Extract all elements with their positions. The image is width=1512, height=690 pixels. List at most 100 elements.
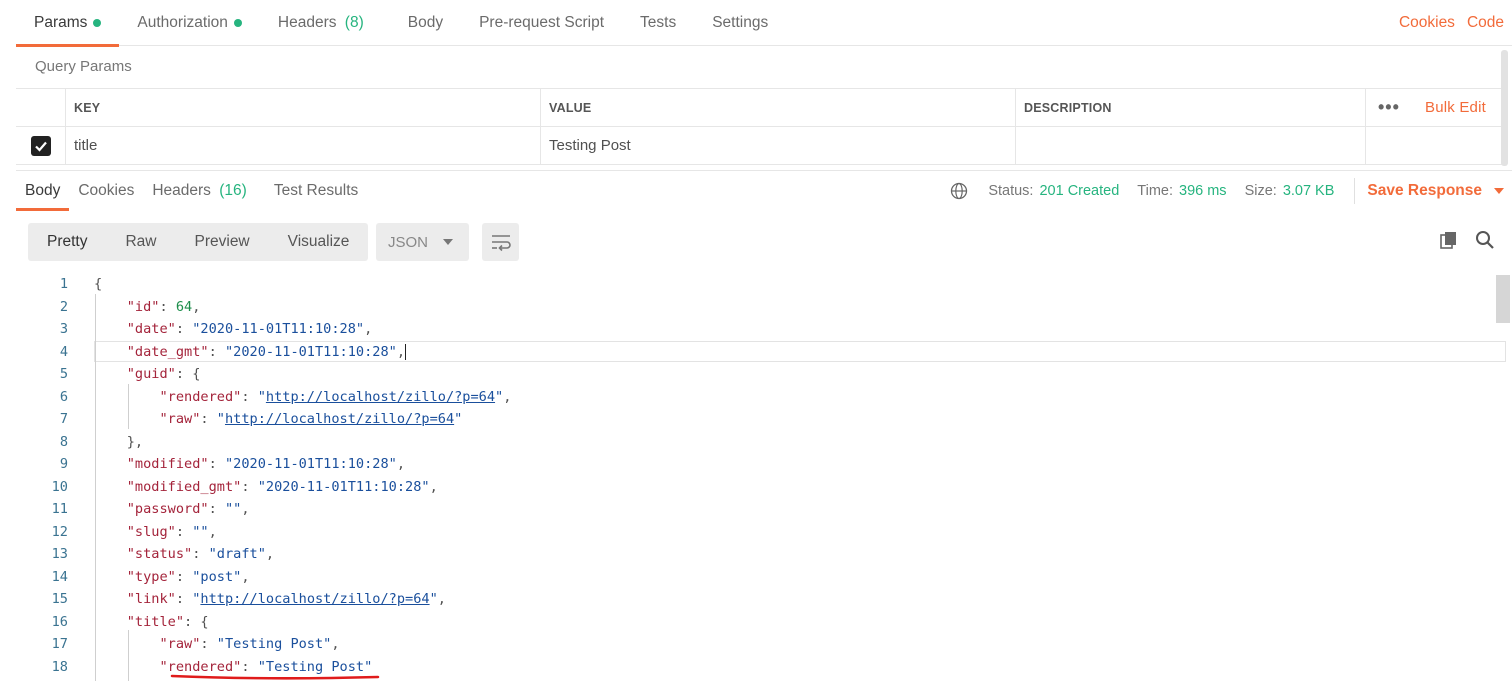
param-description-cell[interactable] xyxy=(1016,127,1366,164)
format-value: JSON xyxy=(388,233,429,251)
params-scrollbar[interactable] xyxy=(1501,50,1508,166)
tab-test-results[interactable]: Test Results xyxy=(256,171,367,211)
tab-label: Body xyxy=(25,182,61,199)
code-line: 16 "title": { xyxy=(51,614,209,630)
tab-label: Body xyxy=(407,13,444,31)
status-dot xyxy=(93,18,102,27)
query-params-table: KEY VALUE DESCRIPTION ••• Bulk Edit titl… xyxy=(16,88,1506,165)
tab-body[interactable]: Body xyxy=(382,0,461,46)
code-line: 5 "guid": { xyxy=(59,366,201,382)
request-tabs: Params Authorization Headers (8) Body Pr… xyxy=(16,0,1512,47)
response-meta: Status: 201 Created Time: 396 ms Size: 3… xyxy=(950,171,1504,211)
tab-response-cookies[interactable]: Cookies xyxy=(69,171,143,211)
tab-settings[interactable]: Settings xyxy=(694,0,786,46)
code-line: 17 "raw": "Testing Post", xyxy=(51,636,340,652)
tab-authorization[interactable]: Authorization xyxy=(119,0,259,46)
json-modified-gmt-value: "2020-11-01T11:10:28" xyxy=(257,479,430,495)
tab-response-body[interactable]: Body xyxy=(16,171,70,211)
code-link[interactable]: Code xyxy=(1467,14,1504,32)
table-row: title Testing Post xyxy=(16,127,1506,165)
tab-label: Cookies xyxy=(78,182,135,199)
response-tabs: Body Cookies Headers (16) Test Results xyxy=(16,171,367,211)
query-params-title: Query Params xyxy=(35,58,132,75)
tab-count: (16) xyxy=(219,182,247,199)
code-line: 7 "raw": "http://localhost/zillo/?p=64" xyxy=(59,411,463,427)
tab-pre-request-script[interactable]: Pre-request Script xyxy=(461,0,622,46)
param-value-cell[interactable]: Testing Post xyxy=(541,127,1016,164)
guid-rendered-link[interactable]: http://localhost/zillo/?p=64 xyxy=(266,389,495,405)
text-cursor xyxy=(405,344,407,360)
time-label: Time: xyxy=(1137,183,1173,199)
search-icon[interactable] xyxy=(1474,229,1496,251)
format-select[interactable]: JSON xyxy=(376,223,469,261)
code-line: 14 "type": "post", xyxy=(51,569,250,585)
bulk-edit-link[interactable]: Bulk Edit xyxy=(1425,99,1486,116)
header-checkbox-cell xyxy=(16,89,66,126)
json-title-raw-value: "Testing Post" xyxy=(216,636,332,652)
size-value[interactable]: 3.07 KB xyxy=(1283,183,1335,199)
save-response-button[interactable]: Save Response xyxy=(1367,182,1504,200)
code-scrollbar[interactable] xyxy=(1496,275,1510,323)
code-line: 13 "status": "draft", xyxy=(51,546,275,562)
tab-tests[interactable]: Tests xyxy=(622,0,694,46)
postman-request-panel: Params Authorization Headers (8) Body Pr… xyxy=(0,0,1512,690)
cookies-link[interactable]: Cookies xyxy=(1399,14,1455,32)
code-line: 8 }, xyxy=(59,434,144,450)
json-date-gmt-value: "2020-11-01T11:10:28" xyxy=(224,344,397,360)
divider xyxy=(1354,178,1356,204)
json-status-value: "draft" xyxy=(208,546,266,562)
tab-label: Pre-request Script xyxy=(479,13,605,31)
more-options-icon[interactable]: ••• xyxy=(1378,97,1400,118)
guid-raw-link[interactable]: http://localhost/zillo/?p=64 xyxy=(225,411,454,427)
tab-params[interactable]: Params xyxy=(16,0,120,47)
copy-icon[interactable] xyxy=(1438,229,1460,251)
param-enabled-checkbox[interactable] xyxy=(30,135,51,156)
json-password-value: "" xyxy=(224,501,242,517)
header-value: VALUE xyxy=(541,89,1016,126)
tab-label: Tests xyxy=(640,13,677,31)
code-line: 3 "date": "2020-11-01T11:10:28", xyxy=(59,321,373,337)
request-right-links: Cookies Code xyxy=(1399,0,1504,46)
json-code-view[interactable]: 1{ 2 "id": 64, 3 "date": "2020-11-01T11:… xyxy=(16,271,1506,681)
status-value[interactable]: 201 Created xyxy=(1039,183,1119,199)
header-key: KEY xyxy=(66,89,541,126)
chevron-down-icon xyxy=(443,239,453,245)
code-line: 11 "password": "", xyxy=(51,501,250,517)
tab-headers[interactable]: Headers (8) xyxy=(260,0,382,46)
tab-label: Test Results xyxy=(273,182,359,199)
status-label: Status: xyxy=(988,183,1034,199)
size-label: Size: xyxy=(1244,183,1277,199)
response-panel: Body Cookies Headers (16) Test Results S… xyxy=(16,170,1512,690)
tab-count: (8) xyxy=(344,13,364,31)
tab-response-headers[interactable]: Headers (16) xyxy=(143,171,255,211)
tab-label: Authorization xyxy=(137,13,228,31)
json-id-value: 64 xyxy=(175,299,193,315)
code-line: 6 "rendered": "http://localhost/zillo/?p… xyxy=(59,389,512,405)
code-line: 9 "modified": "2020-11-01T11:10:28", xyxy=(59,456,406,472)
save-response-label: Save Response xyxy=(1367,182,1482,199)
tab-label: Params xyxy=(34,13,88,31)
red-underline-annotation xyxy=(170,674,380,680)
response-tools xyxy=(1438,229,1496,251)
code-line: 1{ xyxy=(59,276,103,292)
view-visualize[interactable]: Visualize xyxy=(269,223,369,261)
status-dot xyxy=(233,18,242,27)
code-line: 4 "date_gmt": "2020-11-01T11:10:28", xyxy=(59,344,407,360)
globe-icon[interactable] xyxy=(950,182,968,200)
link-url[interactable]: http://localhost/zillo/?p=64 xyxy=(200,591,429,607)
table-header-row: KEY VALUE DESCRIPTION ••• Bulk Edit xyxy=(16,89,1506,127)
wrap-lines-button[interactable] xyxy=(482,223,519,261)
view-raw[interactable]: Raw xyxy=(106,223,175,261)
header-actions: ••• Bulk Edit xyxy=(1366,89,1506,126)
json-type-value: "post" xyxy=(192,569,242,585)
param-actions-cell xyxy=(1366,127,1506,164)
checkmark-icon xyxy=(34,141,47,152)
view-preview[interactable]: Preview xyxy=(176,223,269,261)
view-pretty[interactable]: Pretty xyxy=(28,223,106,261)
tab-label: Headers xyxy=(277,13,337,31)
code-line: 10 "modified_gmt": "2020-11-01T11:10:28"… xyxy=(51,479,438,495)
chevron-down-icon xyxy=(1494,188,1504,194)
time-value[interactable]: 396 ms xyxy=(1179,183,1227,199)
wrap-lines-icon xyxy=(491,235,511,252)
param-key-cell[interactable]: title xyxy=(66,127,541,164)
